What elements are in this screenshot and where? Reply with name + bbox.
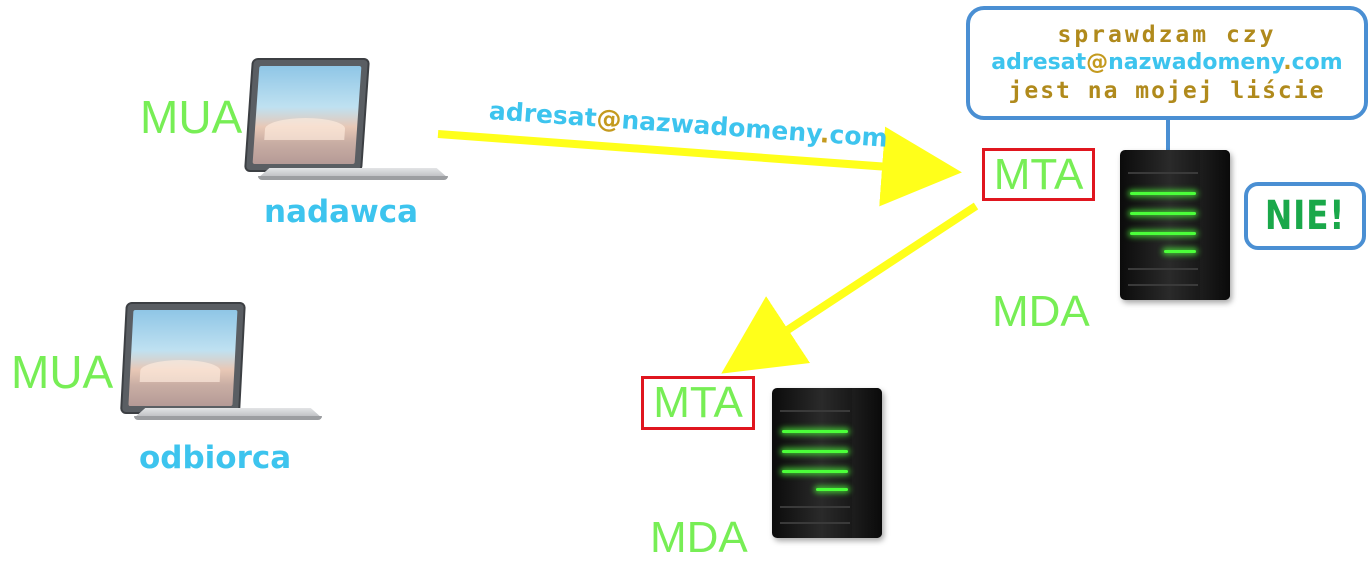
sender-name-label: nadawca xyxy=(264,194,419,230)
sender-server-mta-label: MTA xyxy=(993,149,1084,199)
bubble-address-domain: nazwadomeny xyxy=(1108,50,1284,76)
bubble-line1: sprawdzam czy xyxy=(1057,21,1277,48)
answer-badge: NIE! xyxy=(1244,182,1366,250)
address-at: @ xyxy=(595,103,623,135)
bubble-address-tld: com xyxy=(1291,50,1343,76)
recipient-server-icon xyxy=(772,388,882,538)
sender-server-mda-label: MDA xyxy=(992,287,1090,336)
bubble-address-dot: . xyxy=(1283,50,1292,76)
recipient-server-mta-label: MTA xyxy=(653,378,743,427)
bubble-address: adresat@nazwadomeny.com xyxy=(991,49,1342,77)
sender-mua-label: MUA xyxy=(140,91,243,143)
address-tld: com xyxy=(828,119,889,153)
recipient-name-label: odbiorca xyxy=(139,440,292,476)
server-speech-bubble: sprawdzam czy adresat@nazwadomeny.com je… xyxy=(966,6,1368,120)
arrow-server-to-server xyxy=(721,202,979,374)
sender-server-mta-box: MTA xyxy=(982,148,1095,201)
bubble-address-at: @ xyxy=(1086,50,1109,76)
recipient-laptop-icon xyxy=(120,302,325,426)
sender-laptop-icon xyxy=(244,58,449,182)
recipient-server-mta-box: MTA xyxy=(641,376,755,430)
bubble-address-user: adresat xyxy=(991,50,1087,76)
answer-badge-text: NIE! xyxy=(1264,193,1346,239)
bubble-line3: jest na mojej liście xyxy=(1008,77,1326,104)
recipient-server-mda-label: MDA xyxy=(650,513,748,562)
sender-server-icon xyxy=(1120,150,1230,300)
recipient-mua-label: MUA xyxy=(11,346,114,398)
